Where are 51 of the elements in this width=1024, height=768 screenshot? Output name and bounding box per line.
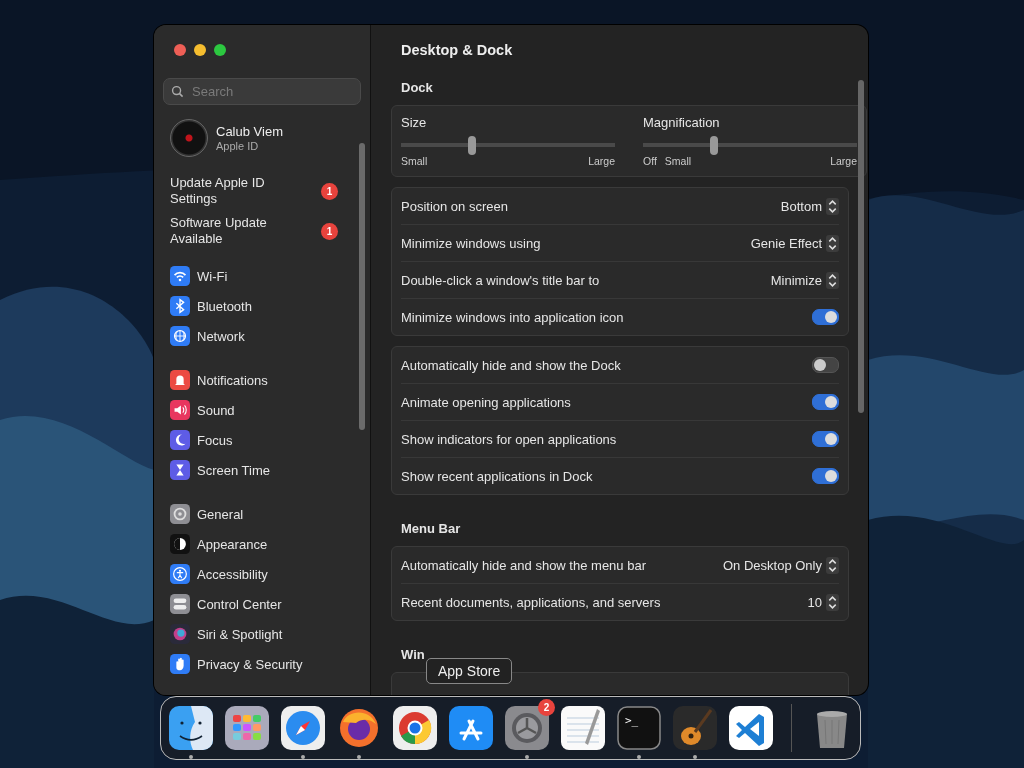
slider-label: Size [401,115,428,130]
setting-label: Minimize windows using [401,235,541,251]
section-heading: Dock [401,80,433,95]
sidebar-item[interactable]: Screen Time [170,455,270,485]
popup-button[interactable]: 10 [807,593,839,611]
scale-label: Large [830,155,857,167]
popup-button[interactable]: On Desktop Only [723,556,839,574]
sidebar-item[interactable]: General [170,499,244,529]
scale-label: Large [588,155,615,167]
alert-item[interactable]: Update Apple ID Settings [170,175,290,207]
sidebar-item[interactable]: Control Center [170,589,282,619]
slider-label: Magnification [643,115,721,130]
search-field[interactable]: Search [163,78,361,105]
setting-label: Show indicators for open applications [401,431,617,447]
account-subtitle: Apple ID [216,140,260,152]
setting-label: Automatically hide and show the menu bar [401,557,646,573]
notification-badge: 1 [321,182,338,200]
setting-label: Automatically hide and show the Dock [401,357,621,373]
setting-label: Double-click a window's title bar to [401,272,600,288]
notification-badge: 1 [321,222,338,240]
sidebar-item[interactable]: Focus [170,425,233,455]
setting-label: Animate opening applications [401,394,571,410]
sidebar-item[interactable]: Notifications [170,365,268,395]
sidebar-item[interactable]: Accessibility [170,559,268,589]
account-name: Calub Viem [216,124,283,139]
sidebar-item[interactable]: Appearance [170,529,268,559]
scale-label: Small [664,155,692,167]
popup-button[interactable]: Minimize [770,271,839,289]
section-heading: Menu Bar [401,521,461,536]
terminal-icon[interactable]: >_ [617,706,661,750]
sidebar-item[interactable]: Siri & Spotlight [170,619,283,649]
scale-label: Small [401,155,428,167]
sidebar-item[interactable]: Network [170,321,245,351]
popup-button[interactable]: Genie Effect [750,234,839,252]
setting-label: Show recent applications in Dock [401,468,593,484]
setting-label: Minimize windows into application icon [401,309,624,325]
sidebar-item[interactable]: Privacy & Security [170,649,303,679]
account-item[interactable]: Calub Viem Apple ID [170,119,300,157]
terminal-prompt: >_ [625,714,639,727]
alert-item[interactable]: Software Update Available [170,215,290,247]
sidebar-item[interactable]: Wi-Fi [170,261,228,291]
popup-button[interactable]: Bottom [780,197,839,215]
setting-label: Recent documents, applications, and servers [401,594,661,610]
scale-label: Off [643,155,657,167]
setting-label: Position on screen [401,198,508,214]
notification-badge: 2 [538,699,555,716]
sidebar-item[interactable]: Bluetooth [170,291,252,321]
tooltip: App Store [426,658,513,684]
sidebar-item[interactable]: Sound [170,395,235,425]
section-heading: Win [401,647,425,662]
window-title: Desktop & Dock [400,41,514,58]
